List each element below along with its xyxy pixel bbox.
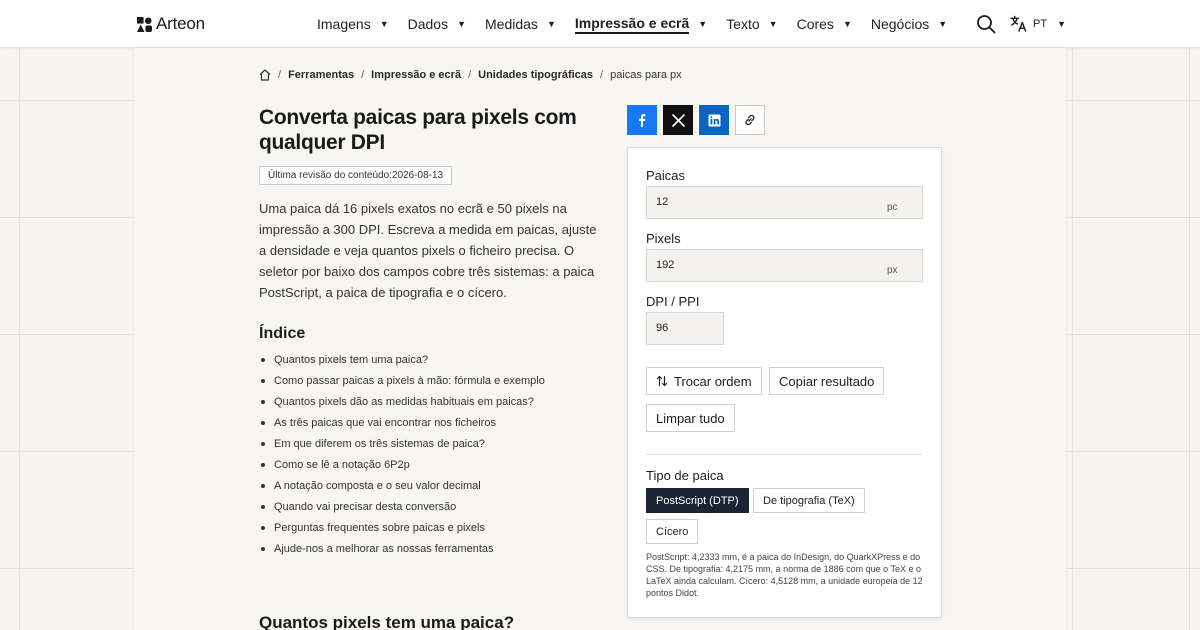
converter-card: Paicas 12 pc Pixels 192 px DPI / PPI 96 … (627, 147, 942, 618)
nav-label: Texto (726, 16, 760, 32)
nav-item-medidas[interactable]: Medidas ▼ (485, 0, 556, 48)
toc-item[interactable]: Ajude-nos a melhorar as nossas ferrament… (259, 542, 545, 563)
caret-down-icon: ▼ (698, 19, 708, 29)
search-icon[interactable] (976, 14, 996, 34)
breadcrumb-separator: / (361, 69, 365, 81)
nav-item-texto[interactable]: Texto ▼ (726, 0, 777, 48)
nav-item-impressao-ecra[interactable]: Impressão e ecrã ▼ (574, 0, 708, 48)
toc-item[interactable]: Perguntas frequentes sobre paicas e pixe… (259, 521, 545, 542)
breadcrumb-link[interactable]: Ferramentas (288, 69, 354, 81)
main-nav: Imagens ▼ Dados ▼ Medidas ▼ Impressão e … (317, 0, 966, 48)
nav-item-negocios[interactable]: Negócios ▼ (871, 0, 947, 48)
home-icon[interactable] (259, 69, 271, 81)
toc-item[interactable]: Quando vai precisar desta conversão (259, 500, 545, 521)
nav-item-cores[interactable]: Cores ▼ (797, 0, 852, 48)
logo-mark-icon (137, 16, 152, 32)
dpi-input[interactable]: 96 (646, 312, 724, 345)
nav-item-dados[interactable]: Dados ▼ (408, 0, 466, 48)
breadcrumb-link[interactable]: Impressão e ecrã (371, 69, 461, 81)
nav-label: Cores (796, 16, 834, 32)
caret-down-icon: ▼ (457, 19, 467, 29)
facebook-icon (639, 114, 646, 127)
share-facebook-button[interactable] (627, 105, 657, 135)
picas-input[interactable]: 12 (646, 186, 923, 219)
revision-date: 2026-08-13 (391, 170, 444, 181)
page-title: Converta paicas para pixels com qualquer… (259, 106, 577, 154)
clear-all-button[interactable]: Limpar tudo (646, 404, 735, 432)
divider (646, 454, 923, 455)
nav-label: Dados (407, 16, 449, 32)
caret-down-icon: ▼ (546, 19, 556, 29)
option-tipografia[interactable]: De tipografia (TeX) (753, 488, 865, 513)
copy-result-label: Copiar resultado (779, 373, 875, 389)
logo[interactable]: Arteon (137, 14, 205, 34)
caret-down-icon: ▼ (1057, 18, 1066, 29)
copy-result-button[interactable]: Copiar resultado (769, 367, 885, 395)
toc-item[interactable]: Quantos pixels tem uma paica? (259, 353, 545, 374)
language-selector[interactable]: PT ▼ (1010, 15, 1066, 32)
linkedin-icon (708, 114, 720, 126)
nav-label: Negócios (870, 16, 930, 32)
swap-arrows-icon (656, 375, 668, 387)
toc-item[interactable]: Quantos pixels dão as medidas habituais … (259, 395, 545, 416)
breadcrumb-separator: / (278, 69, 282, 81)
share-buttons (627, 105, 765, 135)
swap-order-button[interactable]: Trocar ordem (646, 367, 762, 395)
toc-item[interactable]: A notação composta e o seu valor decimal (259, 479, 545, 500)
breadcrumb-link[interactable]: Unidades tipográficas (478, 69, 593, 81)
toc-item[interactable]: Como se lê a notação 6P2p (259, 458, 545, 479)
nav-label: Medidas (485, 16, 538, 32)
share-x-button[interactable] (663, 105, 693, 135)
nav-item-imagens[interactable]: Imagens ▼ (317, 0, 389, 48)
logo-text: Arteon (156, 14, 205, 33)
clear-all-label: Limpar tudo (656, 410, 725, 426)
intro-text: Uma paica dá 16 pixels exatos no ecrã e … (259, 201, 597, 300)
x-icon (671, 113, 685, 127)
nav-label: Imagens (317, 16, 371, 32)
pica-type-label: Tipo de paica (646, 468, 724, 483)
caret-down-icon: ▼ (938, 19, 948, 29)
caret-down-icon: ▼ (842, 19, 852, 29)
revision-label: Última revisão do conteúdo: (268, 170, 392, 181)
table-of-contents: Quantos pixels tem uma paica? Como passa… (259, 353, 545, 563)
caret-down-icon: ▼ (379, 19, 389, 29)
toc-item[interactable]: Como passar paicas a pixels à mão: fórmu… (259, 374, 545, 395)
language-code: PT (1033, 17, 1048, 30)
copy-link-button[interactable] (735, 105, 765, 135)
link-icon (745, 114, 755, 126)
dpi-label: DPI / PPI (646, 294, 700, 309)
pixels-label: Pixels (646, 231, 681, 246)
caret-down-icon: ▼ (768, 19, 778, 29)
pica-systems-note: PostScript: 4,2333 mm, é a paica do InDe… (646, 552, 923, 598)
share-linkedin-button[interactable] (699, 105, 729, 135)
toc-title: Índice (259, 325, 306, 342)
option-postscript[interactable]: PostScript (DTP) (646, 488, 749, 513)
site-header: Arteon Imagens ▼ Dados ▼ Medidas ▼ Impre… (0, 0, 1200, 48)
pixels-unit: px (887, 265, 898, 276)
toc-item[interactable]: Em que diferem os três sistemas de paica… (259, 437, 545, 458)
breadcrumb-current: paicas para px (610, 69, 682, 81)
swap-order-label: Trocar ordem (674, 373, 752, 389)
breadcrumb-separator: / (468, 69, 472, 81)
revision-badge: Última revisão do conteúdo:2026-08-13 (259, 166, 453, 185)
breadcrumb: / Ferramentas / Impressão e ecrã / Unida… (259, 69, 682, 81)
nav-label: Impressão e ecrã (574, 15, 690, 34)
picas-label: Paicas (646, 168, 686, 183)
translate-icon (1010, 15, 1027, 32)
breadcrumb-separator: / (600, 69, 604, 81)
option-cicero[interactable]: Cícero (646, 519, 699, 544)
picas-unit: pc (887, 202, 898, 213)
section-title: Quantos pixels tem uma paica? (259, 613, 515, 630)
pixels-input[interactable]: 192 (646, 249, 923, 282)
toc-item[interactable]: As três paicas que vai encontrar nos fic… (259, 416, 545, 437)
